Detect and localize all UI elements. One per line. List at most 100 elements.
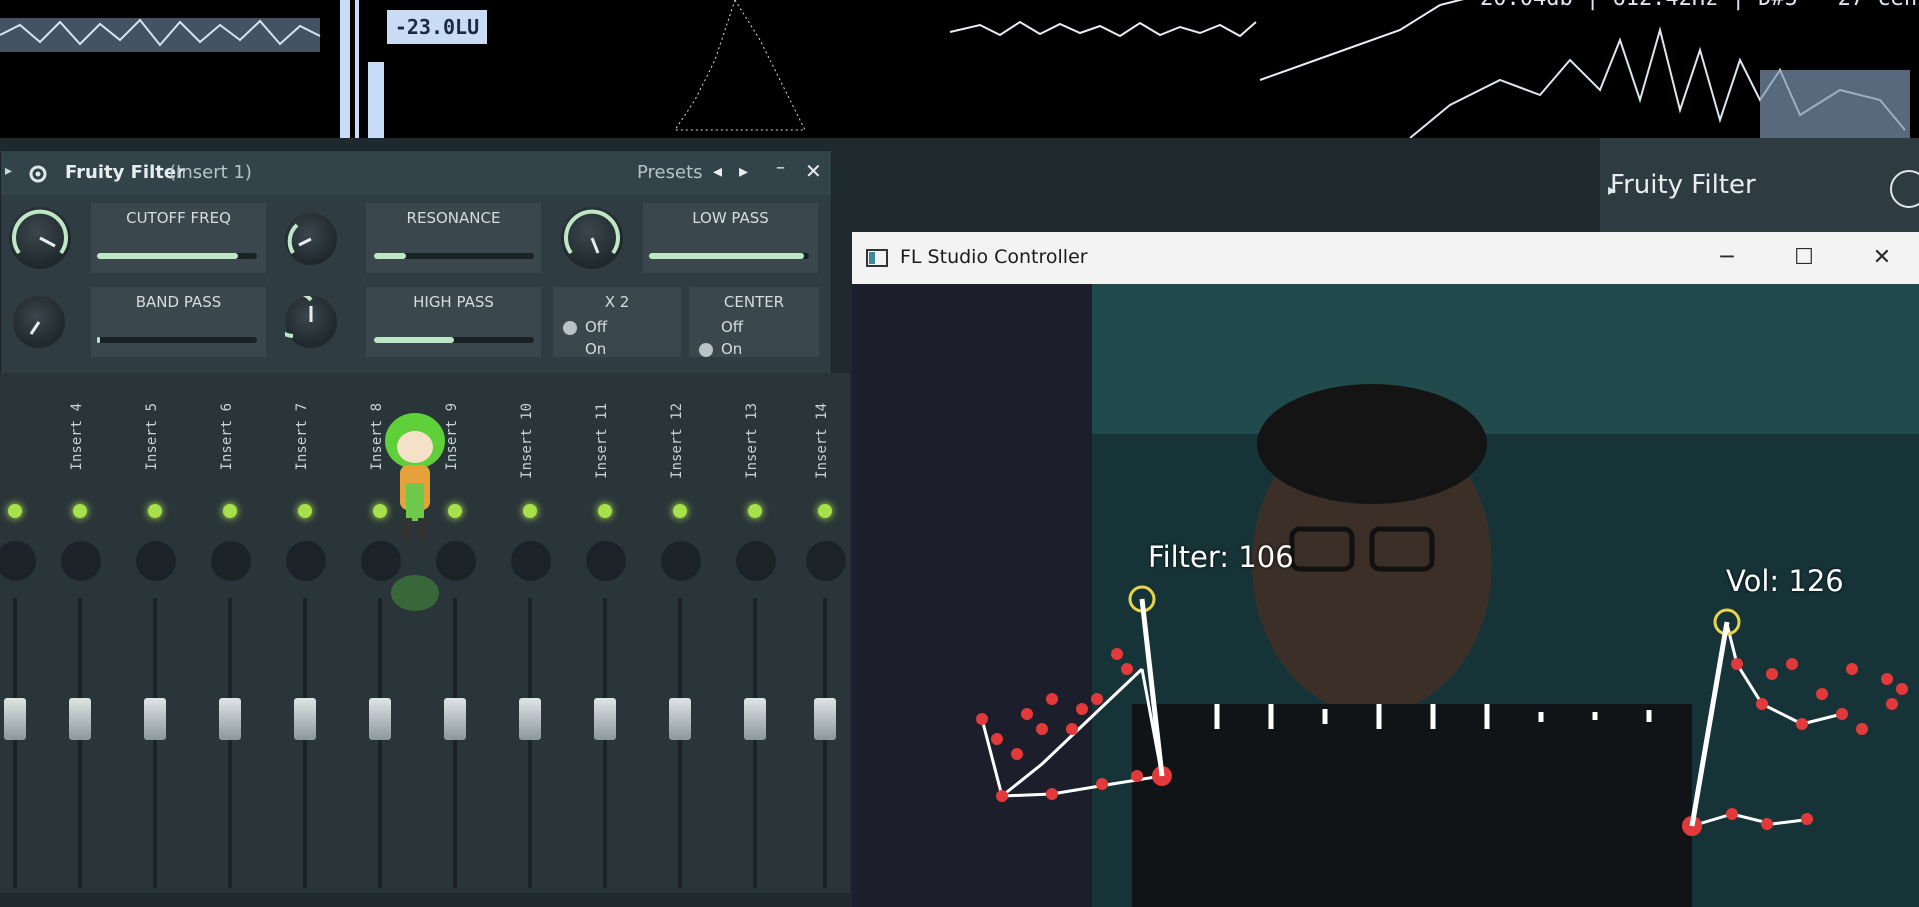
mixer-strip-insert-4[interactable]: Insert 4 [45, 373, 115, 893]
pan-knob[interactable] [661, 541, 701, 581]
controller-titlebar[interactable]: FL Studio Controller ─ ☐ ✕ [852, 232, 1919, 284]
mixer-strip-insert-5[interactable]: Insert 5 [120, 373, 190, 893]
insert-led[interactable] [223, 504, 237, 518]
volume-fader[interactable] [594, 698, 616, 740]
plugin-subtitle: (Insert 1) [169, 162, 252, 183]
insert-led[interactable] [818, 504, 832, 518]
volume-fader[interactable] [744, 698, 766, 740]
insert-led[interactable] [8, 504, 22, 518]
insert-led[interactable] [673, 504, 687, 518]
pan-knob[interactable] [136, 541, 176, 581]
insert-name: Insert 11 [594, 403, 610, 479]
cutoff-freq-label: CUTOFF FREQ [126, 209, 231, 227]
high-pass-slider[interactable] [374, 337, 534, 343]
mixer-strip-insert-14[interactable]: Insert 14 [790, 373, 850, 893]
volume-fader[interactable] [69, 698, 91, 740]
preset-prev-icon[interactable]: ◂ [713, 161, 722, 182]
mixer-strip-insert-13[interactable]: Insert 13 [720, 373, 790, 893]
x2-off-radio[interactable] [563, 321, 577, 335]
insert-led[interactable] [298, 504, 312, 518]
minimize-icon[interactable]: – [776, 157, 785, 178]
controller-title: FL Studio Controller [900, 246, 1088, 268]
mixer-strip-insert-10[interactable]: Insert 10 [495, 373, 565, 893]
center-switch-cell[interactable]: CENTER Off On [689, 287, 819, 358]
low-pass-knob[interactable] [561, 207, 623, 269]
volume-fader[interactable] [369, 698, 391, 740]
spectrum-readout: 20.04db | 612.42Hz | D#5 - 27 cents [1480, 0, 1919, 11]
pan-knob[interactable] [286, 541, 326, 581]
insert-led[interactable] [748, 504, 762, 518]
pan-knob[interactable] [736, 541, 776, 581]
insert-name: Insert 6 [219, 403, 235, 471]
high-pass-cell: HIGH PASS [366, 287, 541, 357]
pan-knob[interactable] [61, 541, 101, 581]
insert-name: Insert 4 [69, 403, 85, 471]
band-pass-slider[interactable] [97, 337, 257, 343]
x2-on-label: On [585, 340, 607, 358]
resonance-slider[interactable] [374, 253, 534, 259]
band-pass-cell: BAND PASS [91, 287, 266, 357]
center-off-label: Off [721, 318, 744, 336]
mixer-strip-3[interactable] [0, 373, 50, 893]
mascot-character-image [385, 413, 445, 611]
low-pass-label: LOW PASS [692, 209, 769, 227]
gear-icon[interactable] [27, 163, 49, 185]
minimize-icon[interactable]: ─ [1709, 240, 1745, 276]
resonance-knob[interactable] [285, 213, 337, 265]
volume-fader[interactable] [444, 698, 466, 740]
insert-led[interactable] [148, 504, 162, 518]
high-pass-knob[interactable] [270, 290, 337, 348]
mixer-panel: Insert 4 Insert 5 Insert 6 Insert 7 Inse… [0, 373, 850, 893]
mixer-strip-insert-6[interactable]: Insert 6 [195, 373, 265, 893]
expand-arrow-icon[interactable]: ▸ [5, 163, 12, 179]
mixer-strip-insert-12[interactable]: Insert 12 [645, 373, 715, 893]
x2-off-label: Off [585, 318, 608, 336]
close-icon[interactable]: ✕ [805, 159, 822, 183]
waveform-graphics [0, 0, 1910, 138]
insert-name: Insert 5 [144, 403, 160, 471]
volume-fader[interactable] [814, 698, 836, 740]
low-pass-cell: LOW PASS [643, 203, 818, 273]
fruity-filter-plugin: ▸ Fruity Filter (Insert 1) Presets ◂ ▸ –… [0, 150, 832, 374]
loudness-readout: -23.0LU [387, 10, 487, 44]
high-pass-label: HIGH PASS [413, 293, 494, 311]
cutoff-freq-knob[interactable] [9, 207, 71, 269]
insert-led[interactable] [523, 504, 537, 518]
cutoff-freq-slider[interactable] [97, 253, 257, 259]
webcam-feed: Filter: 106 Vol: 126 [852, 284, 1919, 907]
insert-name: Insert 14 [814, 403, 830, 479]
cutoff-freq-cell: CUTOFF FREQ [91, 203, 266, 273]
volume-fader[interactable] [294, 698, 316, 740]
right-panel-title[interactable]: Fruity Filter [1610, 170, 1756, 200]
pan-knob[interactable] [806, 541, 846, 581]
pan-knob[interactable] [211, 541, 251, 581]
maximize-icon[interactable]: ☐ [1786, 240, 1822, 276]
band-pass-knob[interactable] [13, 296, 65, 348]
preset-next-icon[interactable]: ▸ [739, 161, 748, 182]
volume-fader[interactable] [219, 698, 241, 740]
resonance-cell: RESONANCE [366, 203, 541, 273]
pan-knob[interactable] [511, 541, 551, 581]
band-pass-label: BAND PASS [135, 293, 222, 311]
mixer-strip-insert-7[interactable]: Insert 7 [270, 373, 340, 893]
low-pass-slider[interactable] [649, 253, 809, 259]
pan-knob[interactable] [586, 541, 626, 581]
plugin-titlebar[interactable]: ▸ Fruity Filter (Insert 1) Presets ◂ ▸ –… [1, 151, 831, 195]
mixer-strip-insert-11[interactable]: Insert 11 [570, 373, 640, 893]
insert-name: Insert 13 [744, 403, 760, 479]
insert-led[interactable] [73, 504, 87, 518]
presets-button[interactable]: Presets [637, 162, 703, 183]
volume-fader[interactable] [519, 698, 541, 740]
filter-value-readout: Filter: 106 [1148, 540, 1294, 574]
volume-fader[interactable] [669, 698, 691, 740]
close-icon[interactable]: ✕ [1864, 240, 1900, 276]
x2-switch-cell[interactable]: X 2 Off On [553, 287, 681, 358]
volume-fader[interactable] [4, 698, 26, 740]
volume-fader[interactable] [144, 698, 166, 740]
center-on-radio[interactable] [699, 343, 713, 357]
insert-name: Insert 7 [294, 403, 310, 471]
pan-knob[interactable] [0, 541, 36, 581]
insert-led[interactable] [598, 504, 612, 518]
insert-name: Insert 12 [669, 403, 685, 479]
insert-name: Insert 10 [519, 403, 535, 479]
